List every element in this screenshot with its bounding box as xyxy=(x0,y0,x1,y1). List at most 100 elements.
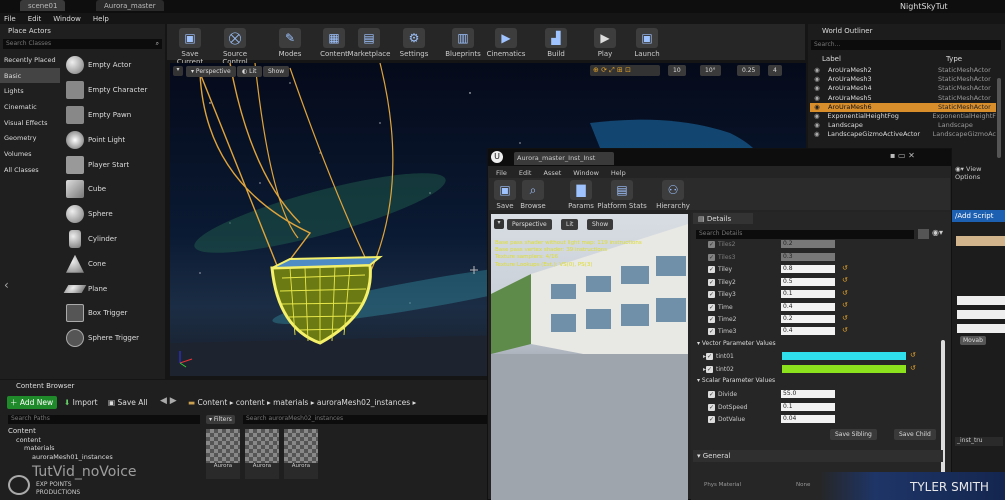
actor-item[interactable]: Cube xyxy=(62,177,165,202)
modes-button[interactable]: ✎ Modes xyxy=(268,28,312,58)
location-field[interactable] xyxy=(957,296,1005,305)
menu-help[interactable]: Help xyxy=(93,15,109,23)
category-cinematic[interactable]: Cinematic xyxy=(0,99,60,115)
category-recently-placed[interactable]: Recently Placed xyxy=(0,52,60,68)
reset-icon[interactable]: ↺ xyxy=(910,364,916,372)
rotation-field[interactable] xyxy=(957,310,1005,319)
outliner-row[interactable]: ◉ AroUraMesh5 StaticMeshActor xyxy=(810,94,996,103)
add-script-button[interactable]: /Add Script xyxy=(952,210,1005,222)
platform-stats-button[interactable]: ▤ Platform Stats xyxy=(597,180,647,210)
eye-icon[interactable]: ◉ xyxy=(810,112,823,121)
actor-item[interactable]: Empty Character xyxy=(62,78,165,103)
marketplace-button[interactable]: ▤ Marketplace xyxy=(347,28,391,58)
category-basic[interactable]: Basic xyxy=(0,67,60,84)
color-swatch-tint02[interactable] xyxy=(782,365,906,373)
checkbox[interactable]: ✓ xyxy=(708,240,715,248)
menu-edit[interactable]: Edit xyxy=(519,169,532,177)
material-window-tab[interactable]: Aurora_master_Inst_Inst xyxy=(514,152,614,165)
outliner-search-input[interactable]: Search... xyxy=(811,40,1001,50)
view-options-button[interactable]: ◉▾ View Options xyxy=(955,165,1005,181)
menu-edit[interactable]: Edit xyxy=(28,15,42,23)
preview-perspective-button[interactable]: Perspective xyxy=(507,219,552,230)
grid-snap[interactable]: 10 xyxy=(668,65,686,76)
general-section-header[interactable]: ▾ General xyxy=(693,450,943,462)
actor-item[interactable]: Cylinder xyxy=(62,227,165,252)
asset-tile[interactable]: Aurora xyxy=(284,429,318,479)
eye-icon[interactable]: ◉ xyxy=(810,121,824,130)
actor-item[interactable]: Box Trigger xyxy=(62,301,165,326)
scalar-params-header[interactable]: ▾ Scalar Parameter Values xyxy=(697,377,775,384)
show-button[interactable]: Show xyxy=(263,66,290,77)
perspective-button[interactable]: ▾ Perspective xyxy=(186,66,236,77)
eye-icon[interactable]: ◉ xyxy=(810,84,824,93)
preview-lit-button[interactable]: Lit xyxy=(561,219,579,230)
window-controls-icon[interactable]: ▪ ▭ ✕ xyxy=(890,151,915,160)
actor-item[interactable]: Point Light xyxy=(62,127,165,152)
asset-tile[interactable]: Aurora xyxy=(206,429,240,479)
checkbox[interactable]: ✓ xyxy=(708,265,715,273)
category-all-classes[interactable]: All Classes xyxy=(0,162,60,178)
scale-field[interactable] xyxy=(957,324,1005,333)
tree-item[interactable]: materials xyxy=(8,444,113,453)
asset-search-input[interactable]: Search auroraMesh02_instances xyxy=(243,415,488,424)
outliner-row[interactable]: ◉ Landscape Landscape xyxy=(810,121,996,130)
checkbox[interactable]: ✓ xyxy=(708,403,715,411)
param-value-field[interactable]: 0.4 xyxy=(781,303,835,311)
reset-icon[interactable]: ↺ xyxy=(842,274,848,286)
param-value-field[interactable]: 0.2 xyxy=(781,240,835,248)
checkbox[interactable]: ✓ xyxy=(708,415,715,423)
save-sibling-button[interactable]: Save Sibling xyxy=(830,429,877,440)
cinematics-button[interactable]: ▶ Cinematics xyxy=(484,28,528,58)
breadcrumb-item[interactable]: content xyxy=(236,398,265,407)
param-value-field[interactable]: 0.2 xyxy=(781,315,835,323)
category-lights[interactable]: Lights xyxy=(0,83,60,99)
property-matrix-icon[interactable] xyxy=(918,229,929,239)
camera-speed[interactable]: 4 xyxy=(768,65,782,76)
tree-item[interactable]: Content xyxy=(8,427,113,436)
eye-icon[interactable]: ◉▾ xyxy=(932,228,943,237)
filters-button[interactable]: ▾ Filters xyxy=(206,415,235,424)
actor-item[interactable]: Sphere xyxy=(62,202,165,227)
save-all-button[interactable]: ▣ Save All xyxy=(108,398,148,407)
eye-icon[interactable]: ◉ xyxy=(810,75,824,84)
outliner-row[interactable]: ◉ AroUraMesh3 StaticMeshActor xyxy=(810,75,996,84)
menu-window[interactable]: Window xyxy=(53,15,81,23)
eye-icon[interactable]: ◉ xyxy=(810,103,824,112)
phys-material-value[interactable]: None xyxy=(796,482,810,488)
vector-params-header[interactable]: ▾ Vector Parameter Values xyxy=(697,340,776,347)
browse-button[interactable]: ⌕ Browse xyxy=(513,180,553,210)
checkbox[interactable]: ✓ xyxy=(708,253,715,261)
asset-tile[interactable]: Aurora xyxy=(245,429,279,479)
checkbox[interactable]: ✓ xyxy=(708,278,715,286)
collapse-arrow-icon[interactable]: ‹ xyxy=(4,278,9,292)
menu-window[interactable]: Window xyxy=(573,169,599,177)
checkbox[interactable]: ✓ xyxy=(708,303,715,311)
save-child-button[interactable]: Save Child xyxy=(894,429,936,440)
actor-item[interactable]: Empty Pawn xyxy=(62,103,165,128)
actor-item[interactable]: Sphere Trigger xyxy=(62,326,165,351)
outliner-row-selected[interactable]: ◉ AroUraMesh6 StaticMeshActor xyxy=(810,102,996,112)
breadcrumb-item[interactable]: materials xyxy=(273,398,308,407)
search-classes-input[interactable]: Search Classes ⌕ xyxy=(3,39,162,49)
breadcrumb-item[interactable]: auroraMesh02_instances xyxy=(317,398,410,407)
outliner-row[interactable]: ◉ ExponentialHeightFog ExponentialHeightF xyxy=(810,112,996,121)
menu-asset[interactable]: Asset xyxy=(543,169,561,177)
reset-icon[interactable]: ↺ xyxy=(842,299,848,311)
outliner-row[interactable]: ◉ AroUraMesh4 StaticMeshActor xyxy=(810,84,996,93)
preview-show-button[interactable]: Show xyxy=(587,219,614,230)
outliner-row[interactable]: ◉ LandscapeGizmoActiveActor LandscapeGizmo… xyxy=(810,130,996,139)
blueprints-button[interactable]: ▥ Blueprints xyxy=(441,28,485,58)
import-button[interactable]: ⬇ Import xyxy=(64,398,98,407)
actor-item[interactable]: Empty Actor xyxy=(62,53,165,78)
param-value-field[interactable]: 0.8 xyxy=(781,265,835,273)
reset-icon[interactable]: ↺ xyxy=(842,262,848,274)
menu-help[interactable]: Help xyxy=(611,169,626,177)
instance-dropdown[interactable]: _inst_tru xyxy=(955,437,1003,446)
reset-icon[interactable]: ↺ xyxy=(842,312,848,324)
eye-icon[interactable]: ◉ xyxy=(810,130,823,139)
menu-file[interactable]: File xyxy=(4,15,16,23)
lit-button[interactable]: ◐ Lit xyxy=(237,66,262,77)
breadcrumb-item[interactable]: Content xyxy=(197,398,227,407)
reset-icon[interactable]: ↺ xyxy=(842,324,848,336)
tree-item[interactable]: content xyxy=(8,436,113,445)
